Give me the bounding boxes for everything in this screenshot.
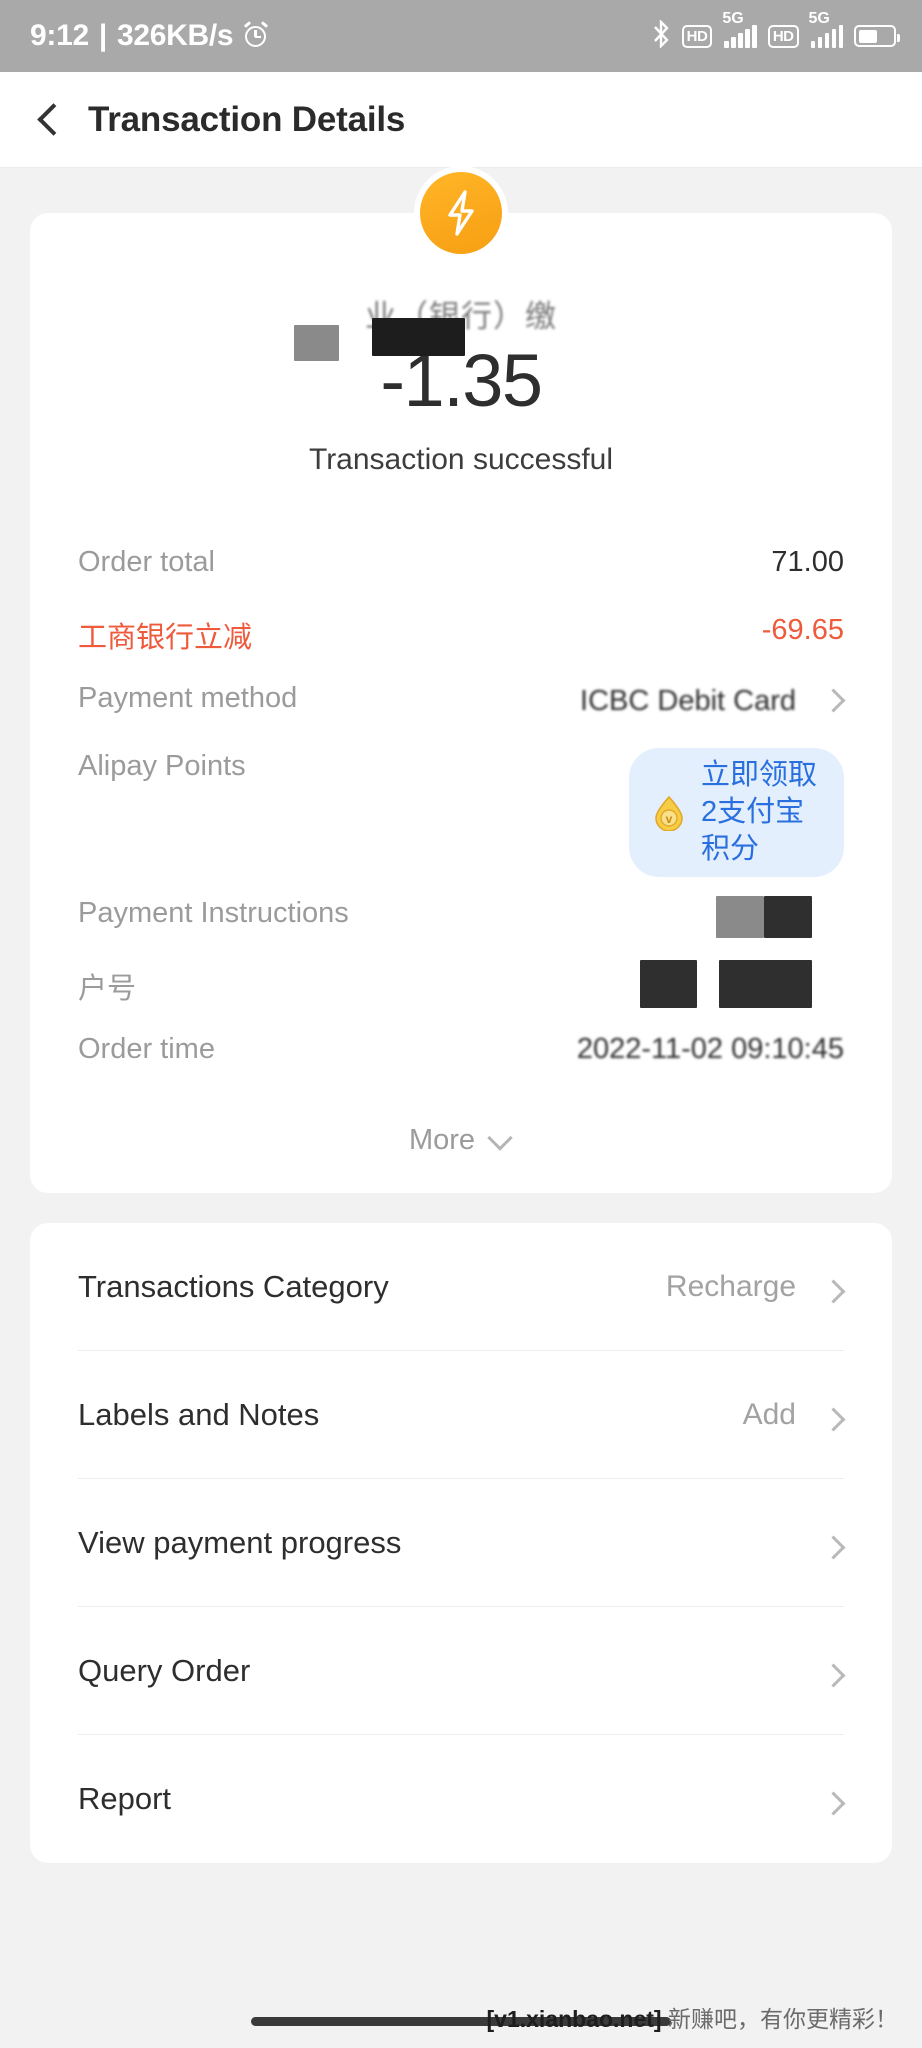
list-item-query-order[interactable]: Query Order xyxy=(78,1607,844,1736)
status-bar-time: 9:12 xyxy=(30,19,89,52)
list-item-right: Recharge xyxy=(666,1270,844,1304)
chevron-right-icon[interactable] xyxy=(822,1793,844,1815)
status-bar-separator: | xyxy=(98,19,107,52)
phone-screen: 9:12 | 326KB/s HD 5G HD 5G Transaction D… xyxy=(0,0,922,2048)
chevron-down-icon xyxy=(487,1128,513,1154)
list-item-label: View payment progress xyxy=(78,1524,402,1560)
detail-value: 2022-11-02 09:10:45 xyxy=(576,1033,844,1066)
more-label: More xyxy=(408,1124,476,1157)
redaction-box-black xyxy=(764,896,812,939)
svg-text:v: v xyxy=(666,812,673,826)
detail-row-account-number: 户号 xyxy=(78,954,844,1022)
status-bar-left: 9:12 | 326KB/s xyxy=(30,19,269,53)
transaction-summary-card: 业（银行）缴 -1.35 Transaction successful Orde… xyxy=(30,172,892,1194)
detail-row-order-time: Order time 2022-11-02 09:10:45 xyxy=(78,1022,844,1090)
bluetooth-icon xyxy=(651,18,671,53)
detail-label: Order time xyxy=(78,1033,215,1066)
signal-icon-1: 5G xyxy=(722,11,757,48)
list-item-labels-and-notes[interactable]: Labels and Notes Add xyxy=(78,1351,844,1480)
detail-label: Alipay Points xyxy=(78,749,246,782)
status-bar-right: HD 5G HD 5G xyxy=(651,11,900,53)
detail-label: Order total xyxy=(78,545,215,578)
nav-bar: Transaction Details xyxy=(0,72,922,168)
list-item-right xyxy=(796,1655,844,1687)
list-item-label: Transactions Category xyxy=(78,1268,389,1304)
redaction-box-black xyxy=(372,318,465,356)
signal-bars-1 xyxy=(724,24,757,48)
alipay-points-pill-wrap: v 立即领取2支付宝积分 xyxy=(260,747,844,878)
status-bar: 9:12 | 326KB/s HD 5G HD 5G xyxy=(0,0,922,72)
list-item-right: Add xyxy=(743,1398,844,1432)
summary-block: 业（银行）缴 -1.35 Transaction successful xyxy=(78,213,844,477)
list-item-label: Labels and Notes xyxy=(78,1396,320,1432)
list-item-right xyxy=(796,1783,844,1815)
alipay-coin-icon: v xyxy=(651,795,687,832)
network-label-1: 5G xyxy=(722,10,744,27)
signal-icon-2: 5G xyxy=(809,11,843,48)
transaction-status: Transaction successful xyxy=(308,442,613,476)
hd-icon-1: HD xyxy=(681,24,713,48)
watermark-text: 新赚吧，有你更精彩！ xyxy=(661,2006,898,2032)
detail-row-alipay-points[interactable]: Alipay Points v 立即领取2支付宝积分 xyxy=(78,739,844,886)
page-title: Transaction Details xyxy=(88,99,406,139)
list-item-value: Add xyxy=(742,1397,796,1431)
battery-icon xyxy=(854,25,900,47)
detail-row-order-total: Order total 71.00 xyxy=(78,535,844,603)
redaction-box-gray xyxy=(716,896,764,939)
list-item-transactions-category[interactable]: Transactions Category Recharge xyxy=(78,1223,844,1352)
detail-label: 工商银行立减 xyxy=(78,621,253,654)
bluetooth-glyph xyxy=(653,18,669,49)
list-item-value: Recharge xyxy=(665,1269,796,1303)
claim-points-pill[interactable]: v 立即领取2支付宝积分 xyxy=(629,747,844,878)
detail-value: ICBC Debit Card xyxy=(580,684,796,717)
signal-bars-2 xyxy=(810,24,843,48)
watermark-site: [v1.xianbao.net] xyxy=(486,2006,662,2032)
more-button[interactable]: More xyxy=(78,1090,844,1193)
actions-list-card: Transactions Category Recharge Labels an… xyxy=(30,1223,892,1864)
alarm-clock-icon xyxy=(243,21,269,49)
detail-label: 户号 xyxy=(78,973,137,1006)
claim-points-label: 立即领取2支付宝积分 xyxy=(701,758,818,866)
chevron-right-icon[interactable] xyxy=(822,1537,844,1559)
chevron-right-icon[interactable] xyxy=(822,1409,844,1431)
status-bar-network-speed: 326KB/s xyxy=(116,19,234,52)
list-item-label: Report xyxy=(78,1781,172,1817)
detail-row-payment-instructions: Payment Instructions xyxy=(78,886,844,954)
detail-label: Payment method xyxy=(78,681,298,714)
detail-rows: Order total 71.00 工商银行立减 -69.65 Payment … xyxy=(78,535,844,1090)
list-item-label: Query Order xyxy=(78,1652,251,1688)
detail-value: 71.00 xyxy=(771,545,844,578)
merchant-line: 业（银行）缴 xyxy=(78,291,844,361)
scroll-container[interactable]: 业（银行）缴 -1.35 Transaction successful Orde… xyxy=(0,172,922,1864)
network-label-2: 5G xyxy=(808,10,830,27)
detail-row-payment-method[interactable]: Payment method ICBC Debit Card xyxy=(78,671,844,739)
hd-icon-2: HD xyxy=(767,24,799,48)
coin-glyph: v xyxy=(655,795,683,832)
list-item-view-payment-progress[interactable]: View payment progress xyxy=(78,1479,844,1608)
detail-label: Payment Instructions xyxy=(78,897,349,930)
watermark: [v1.xianbao.net] 新赚吧，有你更精彩！ xyxy=(487,2000,899,2034)
redaction-box-black-1 xyxy=(640,960,697,1009)
chevron-right-icon[interactable] xyxy=(822,690,844,712)
redaction-box-gray xyxy=(294,325,339,361)
detail-value: -69.65 xyxy=(761,613,844,646)
chevron-right-icon[interactable] xyxy=(822,1281,844,1303)
list-item-report[interactable]: Report xyxy=(78,1735,844,1863)
redaction-box-black-2 xyxy=(719,960,812,1009)
detail-row-bank-discount: 工商银行立减 -69.65 xyxy=(78,603,844,671)
chevron-right-icon[interactable] xyxy=(822,1665,844,1687)
back-chevron-icon[interactable] xyxy=(32,103,66,137)
list-item-right xyxy=(796,1527,844,1559)
